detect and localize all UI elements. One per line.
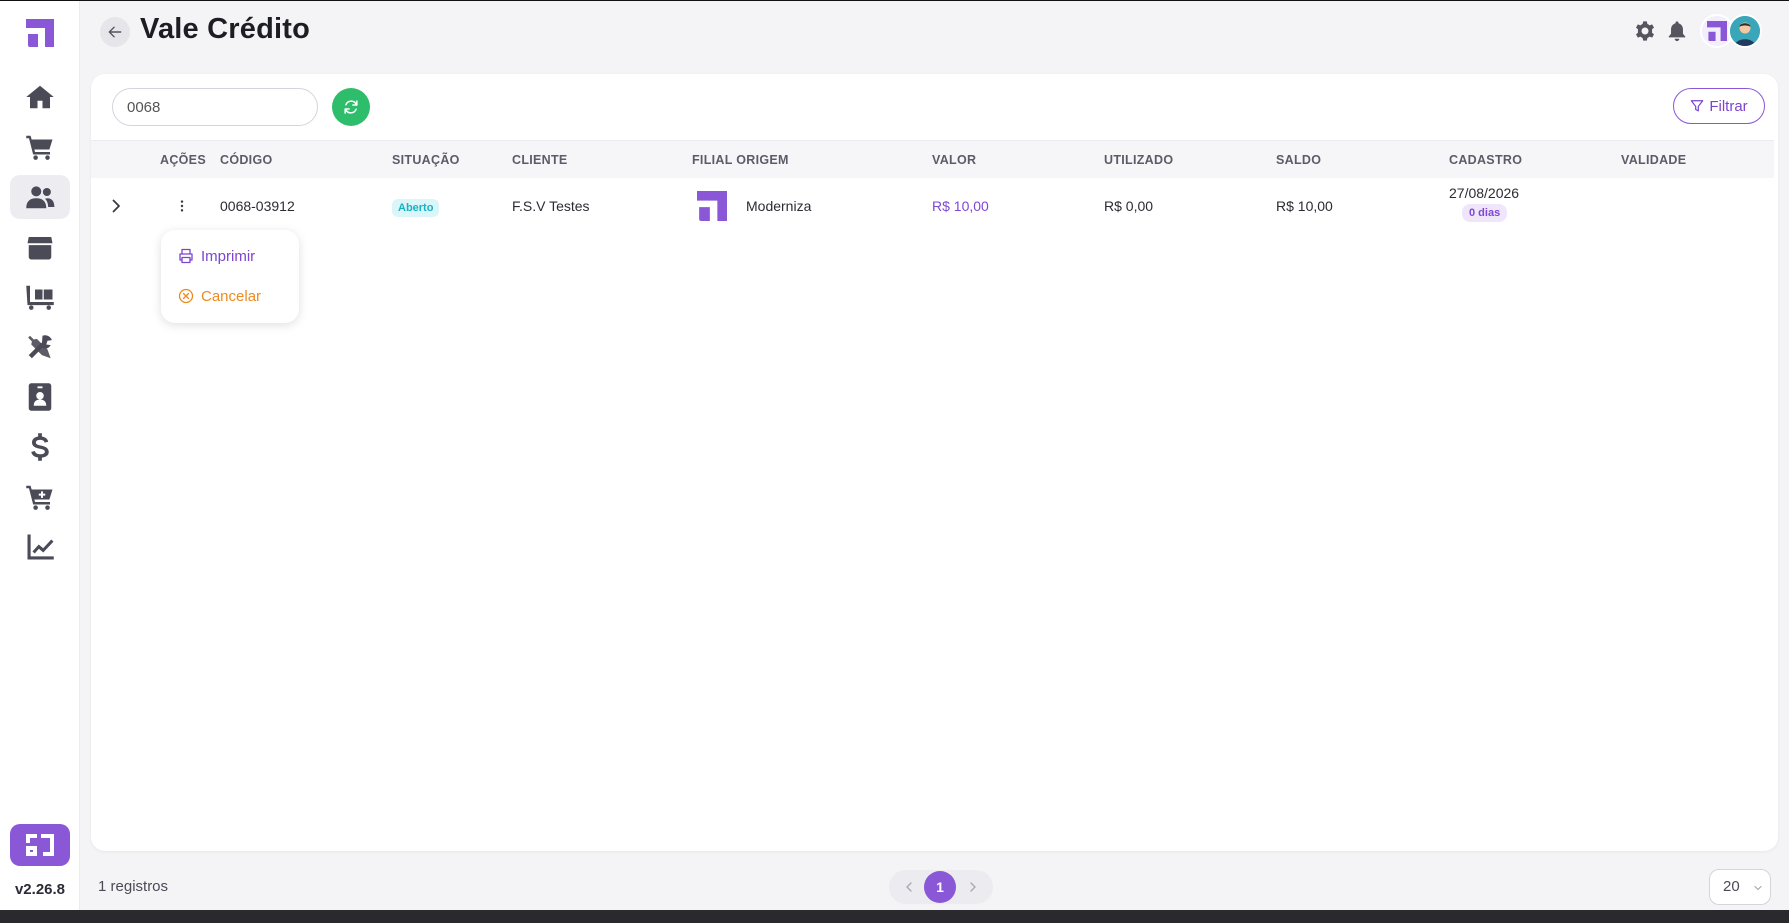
cell-saldo: R$ 10,00 bbox=[1276, 198, 1333, 214]
sidebar-item-home[interactable] bbox=[10, 75, 70, 119]
search-input[interactable] bbox=[112, 88, 318, 126]
sidebar-item-purchases[interactable] bbox=[10, 475, 70, 519]
window-bottom-bar bbox=[0, 910, 1789, 923]
page-title: Vale Crédito bbox=[140, 13, 311, 45]
cart-icon bbox=[26, 135, 53, 160]
table-row[interactable]: 0068-03912 Aberto F.S.V Testes Moderniza… bbox=[91, 178, 1774, 234]
sidebar-item-finance[interactable] bbox=[10, 425, 70, 469]
filial-logo bbox=[695, 189, 729, 223]
bell-icon bbox=[1668, 21, 1686, 42]
previous-page-button[interactable] bbox=[901, 879, 917, 895]
column-header-acoes: AÇÕES bbox=[160, 153, 206, 167]
refresh-icon bbox=[344, 100, 358, 114]
refresh-button[interactable] bbox=[332, 88, 370, 126]
cart-plus-icon bbox=[26, 485, 53, 510]
chevron-left-icon bbox=[906, 882, 912, 892]
sidebar-item-cart[interactable] bbox=[10, 125, 70, 169]
app-version: v2.26.8 bbox=[14, 881, 66, 898]
column-header-valor: VALOR bbox=[932, 153, 977, 167]
notifications-button[interactable] bbox=[1666, 20, 1688, 42]
user-avatar[interactable] bbox=[1728, 14, 1762, 48]
chevron-right-icon bbox=[112, 199, 120, 213]
status-badge: Aberto bbox=[392, 199, 440, 217]
sidebar-item-products[interactable] bbox=[10, 225, 70, 269]
menu-item-cancel[interactable]: Cancelar bbox=[178, 285, 261, 307]
gear-icon bbox=[1636, 21, 1654, 41]
row-actions-button[interactable] bbox=[171, 195, 193, 217]
column-header-cadastro: CADASTRO bbox=[1449, 153, 1523, 167]
pagination: 1 bbox=[889, 870, 993, 904]
filter-label: Filtrar bbox=[1709, 97, 1748, 115]
column-header-filial-origem: FILIAL ORIGEM bbox=[692, 153, 789, 167]
dolly-icon bbox=[26, 285, 54, 310]
id-badge-icon bbox=[28, 383, 52, 411]
sidebar-item-reports[interactable] bbox=[10, 525, 70, 569]
tools-icon bbox=[28, 335, 52, 359]
dollar-icon bbox=[31, 433, 49, 461]
row-actions-menu: Imprimir Cancelar bbox=[161, 230, 299, 323]
cell-valor: R$ 10,00 bbox=[932, 198, 989, 214]
content-card: Filtrar AÇÕES CÓDIGO SITUAÇÃO CLIENTE FI… bbox=[91, 74, 1778, 851]
settings-button[interactable] bbox=[1634, 20, 1656, 42]
sidebar: v2.26.8 bbox=[0, 1, 80, 910]
column-header-validade: VALIDADE bbox=[1621, 153, 1687, 167]
next-page-button[interactable] bbox=[965, 879, 981, 895]
filter-button[interactable]: Filtrar bbox=[1673, 88, 1765, 124]
column-header-utilizado: UTILIZADO bbox=[1104, 153, 1174, 167]
current-page-button[interactable]: 1 bbox=[924, 871, 956, 903]
cell-codigo: 0068-03912 bbox=[220, 198, 295, 214]
cell-filial: Moderniza bbox=[746, 198, 812, 214]
printer-icon bbox=[179, 248, 193, 264]
home-icon bbox=[26, 85, 54, 109]
filter-icon bbox=[1691, 100, 1704, 112]
app-logo[interactable] bbox=[26, 19, 54, 47]
sidebar-item-clients[interactable] bbox=[10, 175, 70, 219]
users-icon bbox=[26, 186, 55, 209]
menu-item-print-label: Imprimir bbox=[201, 247, 256, 265]
window-top-border bbox=[0, 0, 1789, 1]
records-count: 1 registros bbox=[98, 878, 169, 895]
expand-row-button[interactable] bbox=[105, 195, 127, 217]
sidebar-item-services[interactable] bbox=[10, 325, 70, 369]
more-vertical-icon bbox=[180, 200, 184, 212]
chart-line-icon bbox=[27, 534, 54, 560]
chevron-down-icon bbox=[1754, 885, 1762, 891]
column-header-codigo: CÓDIGO bbox=[220, 153, 273, 167]
page-size-value: 20 bbox=[1723, 878, 1740, 895]
sidebar-item-employees[interactable] bbox=[10, 375, 70, 419]
page-size-select[interactable]: 20 bbox=[1709, 869, 1771, 905]
sidebar-item-stock[interactable] bbox=[10, 275, 70, 319]
menu-item-print[interactable]: Imprimir bbox=[178, 245, 255, 267]
column-header-saldo: SALDO bbox=[1276, 153, 1322, 167]
chevron-right-icon bbox=[970, 882, 976, 892]
cell-cliente: F.S.V Testes bbox=[512, 198, 590, 214]
account-avatars[interactable] bbox=[1700, 14, 1764, 48]
cancel-circle-icon bbox=[178, 288, 194, 304]
table-header: AÇÕES CÓDIGO SITUAÇÃO CLIENTE FILIAL ORI… bbox=[91, 140, 1774, 178]
menu-item-cancel-label: Cancelar bbox=[201, 287, 262, 305]
cell-cadastro: 27/08/2026 bbox=[1449, 185, 1520, 201]
column-header-cliente: CLIENTE bbox=[512, 153, 568, 167]
cadastro-days-badge: 0 dias bbox=[1462, 204, 1508, 222]
arrow-left-icon bbox=[108, 26, 122, 38]
cell-utilizado: R$ 0,00 bbox=[1104, 198, 1154, 214]
cell-situacao: Aberto bbox=[392, 178, 440, 234]
brand-menu-button[interactable] bbox=[10, 824, 70, 866]
back-button[interactable] bbox=[100, 17, 130, 47]
box-icon bbox=[27, 237, 53, 260]
brand-icon bbox=[26, 834, 54, 856]
column-header-situacao: SITUAÇÃO bbox=[392, 153, 460, 167]
